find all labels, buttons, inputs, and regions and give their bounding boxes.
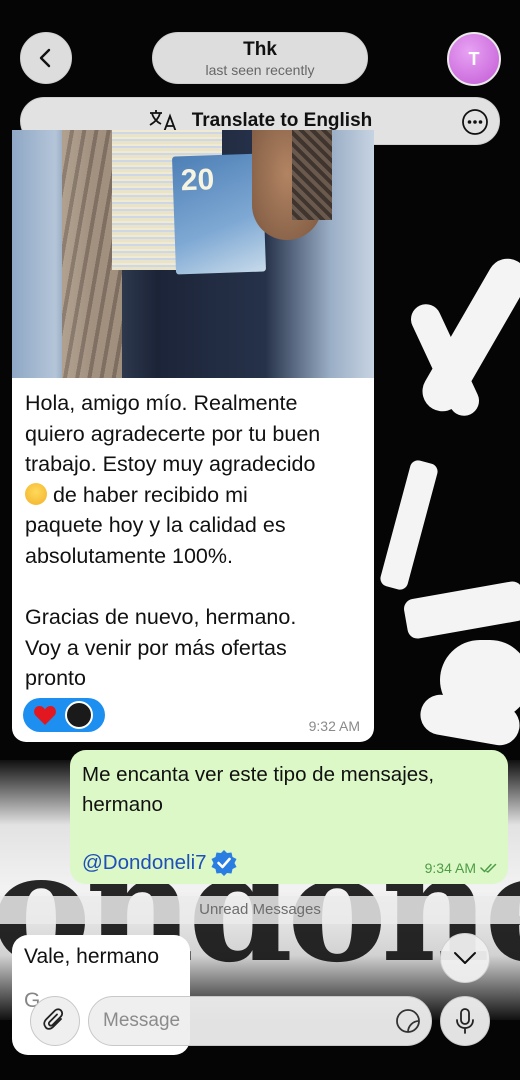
note-value: 20 [180, 163, 215, 198]
sent-time-text: 9:34 AM [424, 860, 476, 876]
voice-message-button[interactable] [440, 996, 490, 1046]
double-check-icon [480, 863, 497, 873]
contact-name: Thk [243, 39, 277, 60]
heart-emoji [34, 706, 56, 725]
mention-text: @Dondoneli7 [82, 851, 207, 874]
message-photo[interactable]: 20 [12, 130, 374, 378]
sent-message-bubble[interactable]: Me encanta ver este tipo de mensajes, he… [70, 750, 508, 884]
unread-messages-divider: Unread Messages [0, 896, 520, 924]
reactions-pill[interactable] [23, 698, 105, 732]
sent-time: 9:34 AM [425, 860, 498, 876]
mention-link[interactable]: @Dondoneli7 [82, 848, 239, 878]
translate-label: Translate to English [191, 110, 373, 131]
contact-avatar[interactable]: T [447, 32, 501, 86]
sent-message-text: Me encanta ver este tipo de mensajes, he… [82, 763, 435, 816]
message-text: Hola, amigo mío. Realmente quiero agrade… [25, 388, 365, 694]
avatar-initial: T [468, 48, 480, 69]
chevron-down-icon [454, 952, 476, 964]
message-time: 9:32 AM [308, 718, 360, 734]
message-text-part2: de haber recibido mi paquete hoy y la ca… [25, 482, 297, 691]
received-message-text-2: Vale, hermano [24, 945, 160, 968]
scroll-to-bottom-button[interactable] [440, 933, 490, 983]
received-message-bubble[interactable]: 20 Hola, amigo mío. Realmente quiero agr… [12, 130, 374, 742]
verified-badge-icon [211, 850, 237, 876]
microphone-icon [456, 1008, 474, 1034]
sticker-icon[interactable] [395, 1008, 421, 1034]
last-seen-status: last seen recently [205, 62, 315, 78]
message-input[interactable] [88, 996, 432, 1046]
crying-face-emoji [25, 482, 47, 505]
back-button[interactable] [20, 32, 72, 84]
more-options-icon[interactable] [461, 108, 489, 136]
message-text-part1: Hola, amigo mío. Realmente quiero agrade… [25, 391, 321, 477]
attach-button[interactable] [30, 996, 80, 1046]
chat-header-title[interactable]: Thk last seen recently [152, 32, 368, 84]
reaction-user-avatar [65, 701, 93, 729]
paperclip-icon [43, 1008, 64, 1030]
chevron-left-icon [39, 48, 51, 68]
